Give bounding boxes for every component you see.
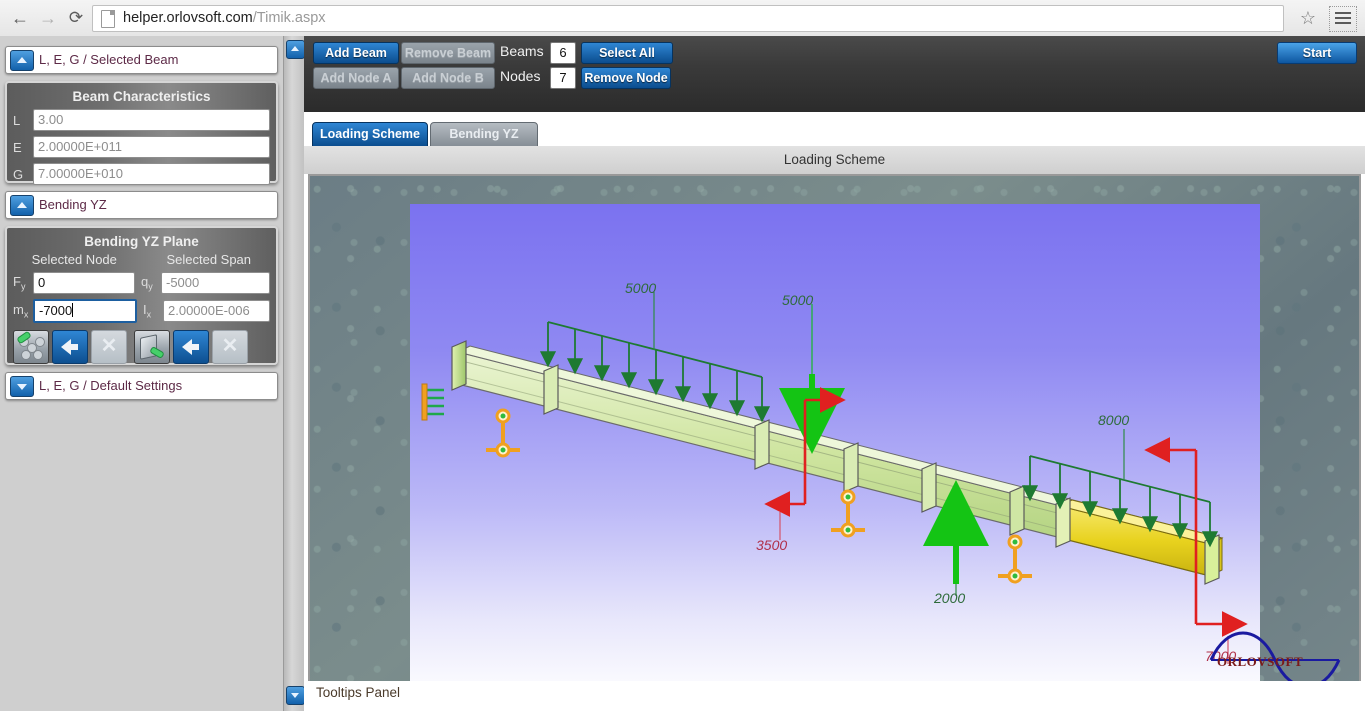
label-mx: mx [13, 302, 29, 320]
column-headers: Selected Node Selected Span [7, 252, 276, 267]
field-row-g: G 7.00000E+010 [13, 163, 270, 185]
label-fy: Fy [13, 274, 26, 292]
span-plate-glyph [140, 334, 165, 360]
splitter-collapse-up-button[interactable] [286, 40, 305, 59]
youngs-modulus-input[interactable]: 2.00000E+011 [33, 136, 270, 158]
apply-node-load-button[interactable] [52, 330, 88, 364]
orlovsoft-logo: ORLOVSOFT [1207, 626, 1357, 686]
clear-span-load-button[interactable]: ✕ [212, 330, 248, 364]
nodes-count[interactable]: 7 [550, 67, 576, 89]
add-node-b-button[interactable]: Add Node B [401, 67, 495, 89]
reload-icon[interactable]: ⟳ [64, 7, 88, 29]
page-document-icon [101, 10, 115, 28]
field-row-l: L 3.00 [13, 109, 270, 131]
apply-span-load-button[interactable] [173, 330, 209, 364]
panel-header-label: Bending YZ [39, 197, 107, 212]
main-area: Add Beam Remove Beam Beams 6 Select All … [304, 36, 1365, 711]
label-g: G [13, 166, 24, 182]
bending-yz-button-row: ✕ ✕ [13, 330, 270, 364]
clear-node-load-button[interactable]: ✕ [91, 330, 127, 364]
roller-support-1 [486, 408, 520, 458]
beams-label: Beams [500, 43, 544, 59]
close-icon: ✕ [100, 335, 118, 357]
roller-support-3 [998, 534, 1032, 584]
shear-modulus-input[interactable]: 7.00000E+010 [33, 163, 270, 185]
url-bar[interactable]: helper.orlovsoft.com/Timik.aspx [92, 5, 1284, 32]
label-ix: Ix [143, 302, 152, 320]
selected-span-header: Selected Span [166, 252, 252, 267]
field-row-mx-ix: mx -7000 Ix 2.00000E-006 [13, 299, 270, 323]
tab-loading-scheme[interactable]: Loading Scheme [312, 122, 428, 147]
tooltips-panel: Tooltips Panel [308, 681, 1361, 705]
label-e: E [13, 139, 22, 155]
beam-loading-svg [421, 292, 1248, 664]
panel-header-leg-selected-beam[interactable]: L, E, G / Selected Beam [5, 46, 278, 74]
beam-characteristics-panel: Beam Characteristics L 3.00 E 2.00000E+0… [5, 81, 278, 185]
star-icon[interactable]: ☆ [1297, 7, 1319, 29]
span-load-icon[interactable] [134, 330, 170, 364]
field-row-e: E 2.00000E+011 [13, 136, 270, 158]
length-input[interactable]: 3.00 [33, 109, 270, 131]
sidebar: L, E, G / Selected Beam Beam Characteris… [0, 36, 283, 711]
label-point-force-2000: 2000 [934, 590, 966, 606]
url-host: helper.orlovsoft.com [123, 10, 253, 26]
roller-support-2 [831, 489, 865, 538]
arrow-left-icon [61, 339, 78, 355]
node-load-icon[interactable] [13, 330, 49, 364]
chevron-down-icon[interactable] [10, 376, 34, 397]
arrow-left-icon [182, 339, 199, 355]
tab-bending-yz[interactable]: Bending YZ [430, 122, 538, 147]
panel-header-label: L, E, G / Selected Beam [39, 52, 179, 67]
drawing-surface[interactable]: 5000 5000 3500 2000 8000 7000 [410, 204, 1260, 688]
application-window: ← → ⟳ helper.orlovsoft.com/Timik.aspx ☆ … [0, 0, 1365, 711]
remove-beam-button[interactable]: Remove Beam [401, 42, 495, 64]
nodes-label: Nodes [500, 68, 541, 84]
logo-text: ORLOVSOFT [1217, 654, 1304, 669]
forward-icon[interactable]: → [36, 7, 60, 29]
label-distributed-load-8000: 8000 [1098, 412, 1130, 428]
selected-node-header: Selected Node [31, 252, 117, 267]
select-all-button[interactable]: Select All [581, 42, 673, 64]
bending-yz-panel: Bending YZ Plane Selected Node Selected … [5, 226, 278, 365]
panel-header-label: L, E, G / Default Settings [39, 378, 183, 393]
start-button[interactable]: Start [1277, 42, 1357, 64]
label-distributed-load-5000: 5000 [625, 280, 657, 296]
url-path: /Timik.aspx [252, 10, 326, 26]
field-row-fy-qy: Fy 0 qy -5000 [13, 272, 270, 294]
chevron-up-icon[interactable] [10, 50, 34, 71]
panel-header-leg-default-settings[interactable]: L, E, G / Default Settings [5, 372, 278, 400]
close-icon: ✕ [221, 335, 239, 357]
beams-count[interactable]: 6 [550, 42, 576, 64]
label-point-force-5000: 5000 [782, 292, 814, 308]
hamburger-icon[interactable] [1329, 6, 1357, 32]
url-text: helper.orlovsoft.com/Timik.aspx [123, 9, 326, 28]
page-content: L, E, G / Selected Beam Beam Characteris… [0, 36, 1365, 711]
node-cluster-glyph [16, 330, 45, 360]
add-beam-button[interactable]: Add Beam [313, 42, 399, 64]
node-moment-x-input[interactable]: -7000 [33, 299, 137, 323]
span-distributed-load-input[interactable]: -5000 [161, 272, 270, 294]
span-inertia-x-input[interactable]: 2.00000E-006 [163, 300, 270, 322]
scheme-title: Loading Scheme [304, 146, 1365, 174]
label-l: L [13, 112, 21, 128]
diagram-canvas[interactable]: 5000 5000 3500 2000 8000 7000 ORLOVSOFT [308, 174, 1361, 690]
sidebar-splitter[interactable] [283, 36, 305, 711]
label-qy: qy [141, 274, 153, 292]
back-icon[interactable]: ← [8, 7, 32, 29]
beam-characteristics-title: Beam Characteristics [72, 89, 211, 104]
bending-yz-title: Bending YZ Plane [84, 234, 199, 249]
chevron-up-icon[interactable] [10, 195, 34, 216]
browser-chrome: ← → ⟳ helper.orlovsoft.com/Timik.aspx ☆ [0, 0, 1365, 37]
add-node-a-button[interactable]: Add Node A [313, 67, 399, 89]
node-force-y-input[interactable]: 0 [33, 272, 135, 294]
remove-node-button[interactable]: Remove Node [581, 67, 671, 89]
label-moment-3500: 3500 [756, 537, 788, 553]
panel-header-bending-yz[interactable]: Bending YZ [5, 191, 278, 219]
toolbar: Add Beam Remove Beam Beams 6 Select All … [304, 36, 1365, 147]
splitter-expand-down-button[interactable] [286, 686, 305, 705]
